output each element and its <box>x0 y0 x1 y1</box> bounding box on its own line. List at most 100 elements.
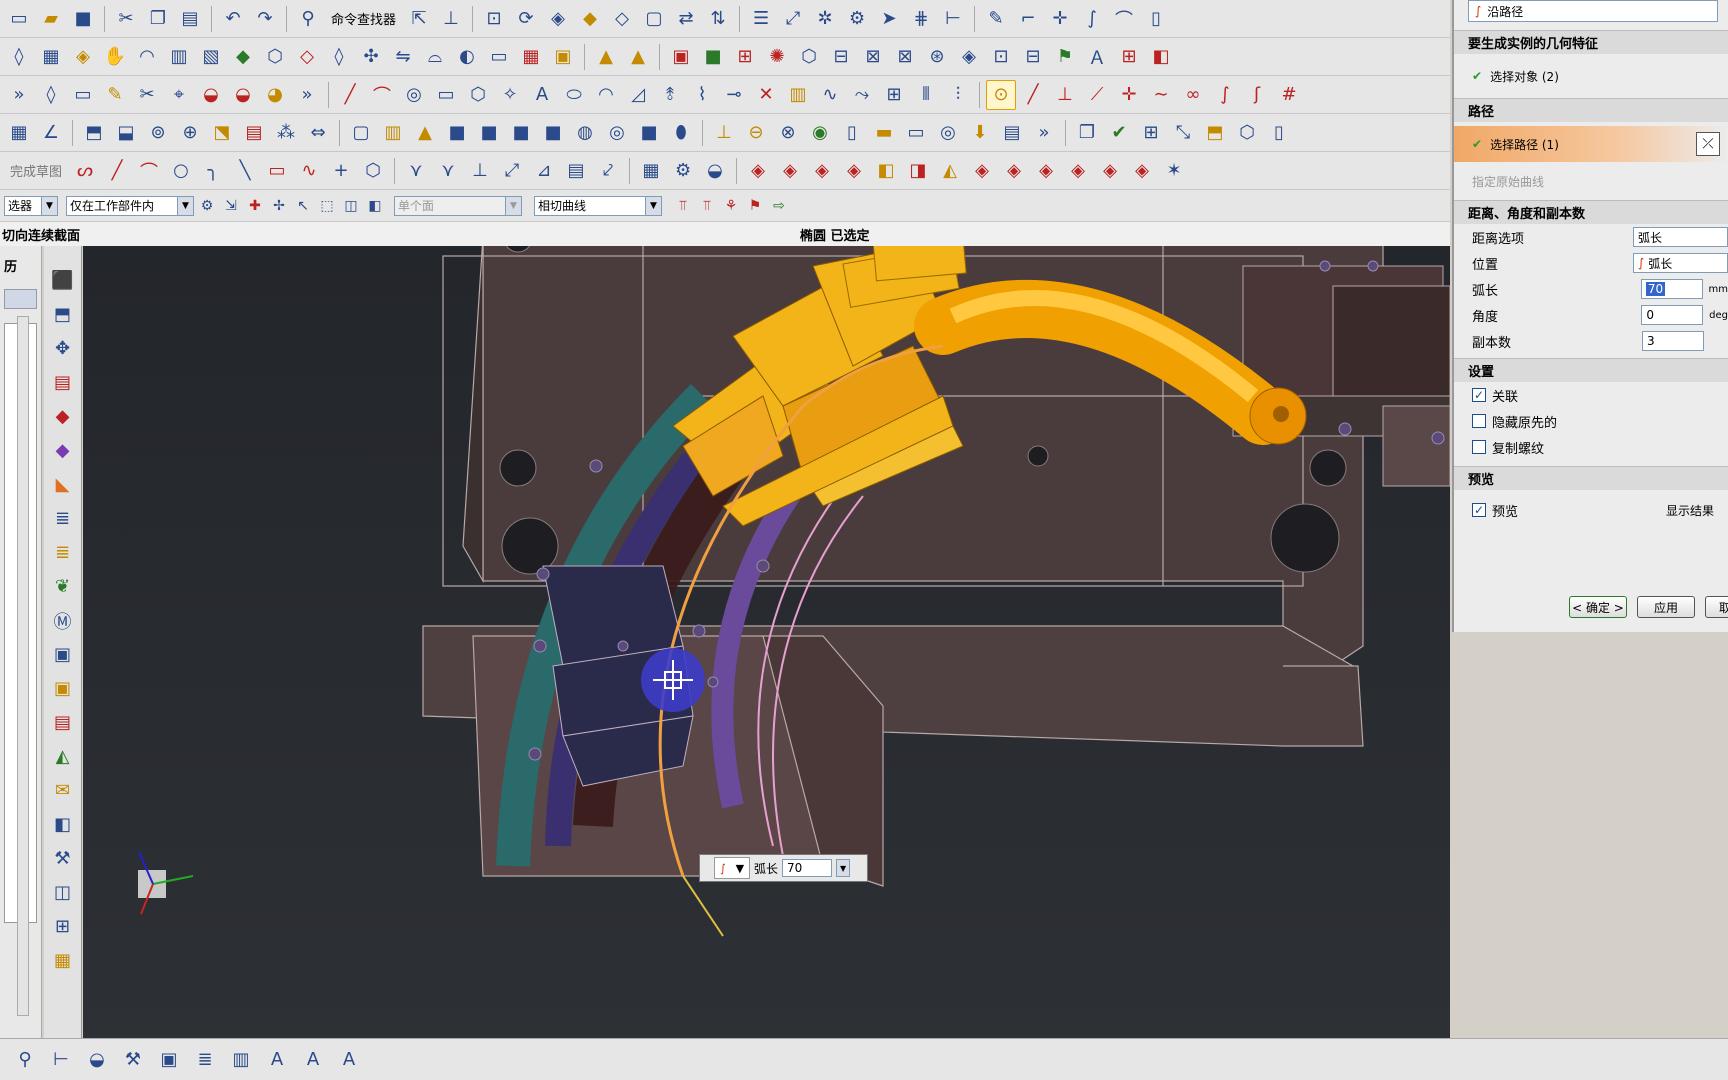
surface-icon[interactable]: ◊ <box>4 42 34 72</box>
sketch-tools-icon[interactable]: ▦ <box>636 156 666 186</box>
cube-wire-icon[interactable]: ⬡ <box>794 42 824 72</box>
camera-icon[interactable]: ⊟ <box>826 42 856 72</box>
rib-icon[interactable]: ▤ <box>239 118 269 148</box>
sew-icon[interactable]: ◊ <box>324 42 354 72</box>
pointer-icon[interactable]: ↖ <box>292 195 314 217</box>
solid-icon[interactable]: ■ <box>634 118 664 148</box>
sketch-arc-icon[interactable]: ⌒ <box>134 156 164 186</box>
purple-gem-icon[interactable]: ◆ <box>49 436 77 465</box>
ray-icon[interactable]: ⊛ <box>922 42 952 72</box>
hole-icon[interactable]: ⊚ <box>143 118 173 148</box>
diagonal-icon[interactable]: ⟋ <box>1082 80 1112 110</box>
down-arrow-icon[interactable]: ⬇ <box>965 118 995 148</box>
cylinder-face-icon[interactable]: ■ <box>474 118 504 148</box>
boss-icon[interactable]: ⊕ <box>175 118 205 148</box>
annotation-font-icon[interactable]: A <box>334 1045 364 1075</box>
light-icon[interactable]: ✺ <box>762 42 792 72</box>
quick-extend-icon[interactable]: ⋎ <box>433 156 463 186</box>
doc-icon[interactable]: ▤ <box>49 368 77 397</box>
shape-icon[interactable]: ◉ <box>805 118 835 148</box>
feature-e-icon[interactable]: ◧ <box>871 156 901 186</box>
assembly-icon[interactable]: ☰ <box>746 4 776 34</box>
page-icon[interactable]: ▯ <box>1141 4 1171 34</box>
book-icon[interactable]: ▥ <box>378 118 408 148</box>
more-icon[interactable]: » <box>292 80 322 110</box>
curve-rule-select[interactable]: 相切曲线 ▼ <box>534 195 662 216</box>
ellipse-icon[interactable]: ⬭ <box>559 80 589 110</box>
tooltip-value-input[interactable]: 70 <box>782 859 833 877</box>
box-icon[interactable]: ▣ <box>548 42 578 72</box>
wrap-icon[interactable]: ▥ <box>783 80 813 110</box>
curve-icon[interactable]: ◊ <box>36 80 66 110</box>
sweep-icon[interactable]: ◠ <box>132 42 162 72</box>
redo-icon[interactable]: ↷ <box>250 4 280 34</box>
feature-b-icon[interactable]: ◈ <box>775 156 805 186</box>
sphere-box-icon[interactable]: ■ <box>538 118 568 148</box>
yellow-stack-icon[interactable]: ≣ <box>49 538 77 567</box>
paste-icon[interactable]: ▤ <box>175 4 205 34</box>
intersect-curve-icon[interactable]: ⫪ <box>672 195 694 217</box>
arrows-icon[interactable]: ✥ <box>49 334 77 363</box>
material-icon[interactable]: ■ <box>698 42 728 72</box>
palette-icon[interactable]: ◕ <box>260 80 290 110</box>
save-icon[interactable]: ■ <box>68 4 98 34</box>
ruler-icon[interactable]: ⊢ <box>938 4 968 34</box>
divide-icon[interactable]: ⫶ <box>943 80 973 110</box>
feature-n-icon[interactable]: ✶ <box>1159 156 1189 186</box>
extrude-icon[interactable]: ⬒ <box>79 118 109 148</box>
circle-tool-icon[interactable]: ◎ <box>399 80 429 110</box>
select-all-icon[interactable]: ✚ <box>244 195 266 217</box>
cross-icon[interactable]: ✛ <box>1114 80 1144 110</box>
feature-h-icon[interactable]: ◈ <box>967 156 997 186</box>
envelope-icon[interactable]: ✉ <box>49 776 77 805</box>
feature-i-icon[interactable]: ◈ <box>999 156 1029 186</box>
marker-icon[interactable]: ⊞ <box>730 42 760 72</box>
feature-g-icon[interactable]: ◭ <box>935 156 965 186</box>
datum-icon[interactable]: ⌖ <box>164 80 194 110</box>
isoparam-icon[interactable]: ⊞ <box>879 80 909 110</box>
sketch-line-icon[interactable]: ╱ <box>102 156 132 186</box>
bridge-icon[interactable]: ⌓ <box>420 42 450 72</box>
select-path-row[interactable]: ✔ 选择路径 (1) ⤫ <box>1454 126 1728 162</box>
mesh-icon[interactable]: ▦ <box>36 42 66 72</box>
stop-at-icon[interactable]: ⫪ <box>696 195 718 217</box>
text-icon[interactable]: Ａ <box>1082 42 1112 72</box>
spline-icon[interactable]: ∫ <box>1077 4 1107 34</box>
copy-threads-row[interactable]: 复制螺纹 <box>1454 434 1728 460</box>
show-result-button[interactable]: 显示结果 <box>1666 502 1714 519</box>
section-distance-header[interactable]: 距离、角度和副本数 <box>1454 200 1728 224</box>
gold-stack-icon[interactable]: ▦ <box>49 946 77 975</box>
rect-select-icon[interactable]: ⬚ <box>316 195 338 217</box>
arc-icon[interactable]: ⌒ <box>367 80 397 110</box>
ground-icon[interactable]: ◭ <box>49 742 77 771</box>
wrench-icon[interactable]: ✲ <box>810 4 840 34</box>
page2-icon[interactable]: ▯ <box>1264 118 1294 148</box>
chair-icon[interactable]: ▬ <box>869 118 899 148</box>
scrollbar[interactable] <box>17 316 29 1016</box>
table-icon[interactable]: ▦ <box>4 118 34 148</box>
bookshelf-icon[interactable]: ▯ <box>837 118 867 148</box>
fit-view-icon[interactable]: ⊡ <box>479 4 509 34</box>
image-icon[interactable]: ▣ <box>666 42 696 72</box>
sketch-icon[interactable]: ✎ <box>981 4 1011 34</box>
quick-trim-icon[interactable]: ⋎ <box>401 156 431 186</box>
torus-icon[interactable]: ◎ <box>602 118 632 148</box>
sketch-fillet-icon[interactable]: ╮ <box>198 156 228 186</box>
hook-icon[interactable]: ʃ <box>1242 80 1272 110</box>
distance-option-select[interactable]: 弧长 <box>1632 227 1728 247</box>
sketch-circle-icon[interactable]: ○ <box>166 156 196 186</box>
path-icon[interactable]: ⚘ <box>720 195 742 217</box>
fillet-curve-icon[interactable]: ◠ <box>591 80 621 110</box>
relation-icon[interactable]: ⤦ <box>593 156 623 186</box>
grid-icon[interactable]: ⋕ <box>906 4 936 34</box>
check-icon[interactable]: ✔ <box>1104 118 1134 148</box>
arc-length-tooltip[interactable]: ∫ ▼ 弧长 70 ▼ <box>699 854 868 882</box>
finish-sketch-button[interactable]: 完成草图 <box>4 161 68 180</box>
snap-settings-icon[interactable]: ⚲ <box>10 1045 40 1075</box>
split-icon[interactable]: ⫴ <box>911 80 941 110</box>
thicken-icon[interactable]: ▭ <box>484 42 514 72</box>
plate-icon[interactable]: ◒ <box>228 80 258 110</box>
sketch-point-icon[interactable]: + <box>326 156 356 186</box>
loft-icon[interactable]: ▥ <box>164 42 194 72</box>
trim-body-icon[interactable]: ◇ <box>292 42 322 72</box>
